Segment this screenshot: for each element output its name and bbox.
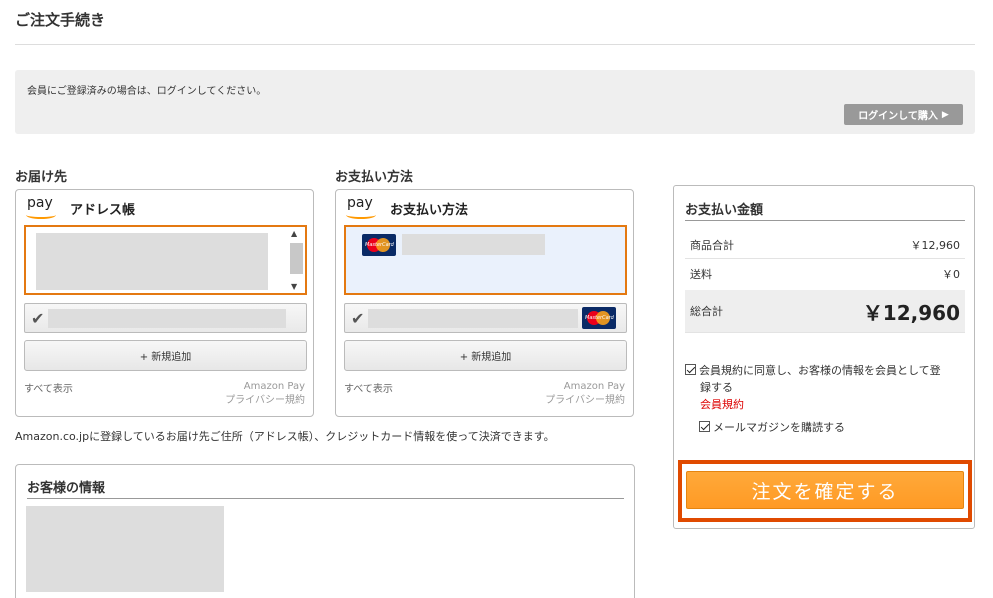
page-title: ご注文手続き — [15, 11, 106, 29]
payment-card-list[interactable]: MasterCard — [344, 225, 627, 295]
mastercard-icon: MasterCard — [582, 307, 616, 329]
payment-method-widget: pay お支払い方法 MasterCard ✔ MasterCard + 新規追… — [335, 189, 634, 417]
login-box: 会員にご登録済みの場合は、ログインしてください。 ログインして購入 ▶ — [15, 70, 975, 134]
selected-address-row[interactable]: ✔ — [24, 303, 307, 333]
customer-info-title: お客様の情報 — [27, 481, 106, 496]
subtotal-value: ￥12,960 — [910, 239, 961, 252]
amazon-pay-logo-text: pay — [27, 195, 53, 211]
summary-title: お支払い金額 — [685, 203, 764, 218]
total-row: 総合計 ￥12,960 — [685, 290, 965, 332]
selected-card-row[interactable]: ✔ MasterCard — [344, 303, 627, 333]
amazon-pay-logo: pay — [26, 196, 60, 220]
subtotal-row: 商品合計 ￥12,960 — [685, 234, 965, 256]
address-book-widget: pay アドレス帳 ▲ ▼ ✔ + 新規追加 すべて表示 Amazon Pay … — [15, 189, 314, 417]
confirm-order-button[interactable]: 注文を確定する — [686, 471, 964, 509]
widget-header: pay アドレス帳 — [26, 196, 135, 220]
add-card-button[interactable]: + 新規追加 — [344, 340, 627, 371]
amazon-pay-logo-text: pay — [347, 195, 373, 211]
customer-info-placeholder — [26, 506, 224, 592]
address-scrollbar[interactable]: ▲ ▼ — [289, 229, 303, 291]
newsletter-option: メールマガジンを購読する — [699, 419, 845, 435]
show-all-addresses-link[interactable]: すべて表示 — [24, 380, 73, 395]
card-placeholder[interactable] — [402, 234, 545, 255]
address-placeholder[interactable] — [36, 233, 268, 290]
shipping-section-label: お届け先 — [15, 170, 68, 185]
amazon-pay-links: Amazon Pay プライバシー規約 — [545, 380, 625, 408]
play-arrow-icon: ▶ — [941, 109, 949, 120]
newsletter-checkbox[interactable] — [699, 421, 710, 432]
add-address-button[interactable]: + 新規追加 — [24, 340, 307, 371]
login-button-label: ログインして購入 — [858, 111, 938, 122]
customer-info-section: お客様の情報 — [15, 464, 635, 598]
shipping-fee-label: 送料 — [690, 268, 712, 281]
amazon-pay-logo: pay — [346, 196, 380, 220]
amazon-smile-icon — [346, 211, 376, 219]
amazon-pay-link[interactable]: Amazon Pay — [225, 380, 305, 394]
amazon-pay-note: Amazon.co.jpに登録しているお届け先ご住所（アドレス帳）、クレジットカ… — [15, 430, 555, 443]
selected-card-placeholder — [368, 309, 578, 328]
amazon-pay-links: Amazon Pay プライバシー規約 — [225, 380, 305, 408]
member-agreement: 会員規約に同意し、お客様の情報を会員として登 録する 会員規約 — [685, 362, 967, 413]
amazon-pay-link[interactable]: Amazon Pay — [545, 380, 625, 394]
mastercard-label: MasterCard — [585, 315, 614, 321]
agree-checkbox[interactable] — [685, 364, 696, 375]
check-icon: ✔ — [31, 309, 45, 328]
total-value: ￥12,960 — [862, 300, 960, 325]
payment-method-title: お支払い方法 — [390, 202, 469, 218]
selected-address-placeholder — [48, 309, 286, 328]
widget-header: pay お支払い方法 — [346, 196, 468, 220]
address-list[interactable]: ▲ ▼ — [24, 225, 307, 295]
customer-info-divider — [27, 498, 624, 499]
address-book-title: アドレス帳 — [70, 202, 136, 218]
amazon-smile-icon — [26, 211, 56, 219]
confirm-highlight-frame: 注文を確定する — [678, 460, 972, 522]
subtotal-label: 商品合計 — [690, 239, 734, 252]
payment-summary-panel: お支払い金額 商品合計 ￥12,960 送料 ￥0 総合計 ￥12,960 会員… — [673, 185, 975, 529]
scroll-thumb[interactable] — [290, 243, 303, 274]
member-terms-link[interactable]: 会員規約 — [685, 396, 967, 413]
login-message: 会員にご登録済みの場合は、ログインしてください。 — [27, 86, 267, 97]
privacy-policy-link[interactable]: プライバシー規約 — [225, 394, 305, 408]
summary-divider — [685, 220, 965, 221]
show-all-cards-link[interactable]: すべて表示 — [344, 380, 393, 395]
total-label: 総合計 — [690, 305, 723, 318]
row-divider — [685, 258, 965, 259]
login-purchase-button[interactable]: ログインして購入 ▶ — [844, 104, 963, 125]
payment-section-label: お支払い方法 — [335, 170, 414, 185]
title-divider — [15, 44, 975, 45]
shipping-fee-value: ￥0 — [942, 268, 960, 281]
mastercard-label: MasterCard — [365, 242, 394, 248]
agree-text-line2: 録する — [700, 381, 733, 394]
mastercard-icon: MasterCard — [362, 234, 396, 256]
agree-text-line1: 会員規約に同意し、お客様の情報を会員として登 — [699, 364, 941, 377]
scroll-up-icon[interactable]: ▲ — [291, 229, 297, 238]
row-divider — [685, 332, 965, 333]
newsletter-label: メールマガジンを購読する — [713, 421, 845, 434]
scroll-down-icon[interactable]: ▼ — [291, 282, 297, 291]
privacy-policy-link[interactable]: プライバシー規約 — [545, 394, 625, 408]
shipping-fee-row: 送料 ￥0 — [685, 263, 965, 285]
check-icon: ✔ — [351, 309, 365, 328]
